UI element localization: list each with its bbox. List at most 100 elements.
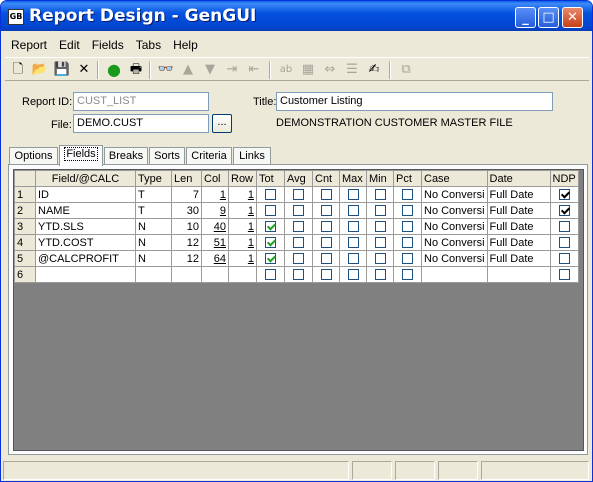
- avg-checkbox[interactable]: [293, 269, 304, 281]
- cell-pct[interactable]: [393, 202, 422, 219]
- tab-options[interactable]: Options: [9, 147, 58, 165]
- pct-checkbox[interactable]: [402, 253, 413, 265]
- max-checkbox[interactable]: [347, 237, 359, 249]
- cell-case[interactable]: No Conversi: [421, 234, 488, 251]
- tab-breaks[interactable]: Breaks: [104, 147, 148, 165]
- save-icon[interactable]: 💾: [53, 61, 71, 79]
- cell-type[interactable]: T: [135, 202, 172, 219]
- open-icon[interactable]: 📂: [31, 61, 49, 79]
- cell-avg[interactable]: [284, 186, 313, 203]
- menu-report[interactable]: Report: [5, 35, 53, 55]
- row-number[interactable]: 2: [14, 202, 36, 219]
- cnt-checkbox[interactable]: [320, 221, 332, 233]
- cell-type[interactable]: N: [135, 250, 172, 267]
- cell-avg[interactable]: [284, 202, 313, 219]
- file-field[interactable]: DEMO.CUST: [73, 114, 209, 133]
- avg-checkbox[interactable]: [293, 253, 304, 265]
- cell-row[interactable]: 1: [228, 218, 257, 235]
- cell-len[interactable]: 10: [171, 218, 202, 235]
- list-icon[interactable]: ☰: [343, 61, 361, 79]
- cell-date[interactable]: Full Date: [486, 218, 551, 235]
- column-header-row[interactable]: Row: [228, 170, 257, 187]
- cell-avg[interactable]: [284, 234, 313, 251]
- cell-case[interactable]: [421, 266, 488, 283]
- cell-col[interactable]: 64: [201, 250, 229, 267]
- cell-row[interactable]: 1: [228, 186, 257, 203]
- row-number[interactable]: 5: [14, 250, 36, 267]
- cell-ndp[interactable]: [549, 234, 579, 251]
- tot-checkbox[interactable]: [265, 189, 276, 201]
- cell-min[interactable]: [366, 218, 394, 235]
- cell-type[interactable]: N: [135, 218, 172, 235]
- cell-tot[interactable]: [256, 186, 285, 203]
- column-header-min[interactable]: Min: [366, 170, 394, 187]
- pct-checkbox[interactable]: [402, 221, 413, 233]
- cell-field[interactable]: @CALCPROFIT: [35, 250, 136, 267]
- column-header-date[interactable]: Date: [486, 170, 551, 187]
- avg-checkbox[interactable]: [293, 221, 304, 233]
- close-button[interactable]: ✕: [562, 7, 583, 28]
- cell-min[interactable]: [366, 186, 394, 203]
- ndp-checkbox[interactable]: [558, 189, 570, 201]
- pct-checkbox[interactable]: [402, 237, 413, 249]
- cell-min[interactable]: [366, 250, 394, 267]
- column-header-pct[interactable]: Pct: [393, 170, 422, 187]
- cell-cnt[interactable]: [312, 218, 340, 235]
- menu-help[interactable]: Help: [167, 35, 204, 55]
- max-checkbox[interactable]: [347, 253, 359, 265]
- table-row[interactable]: 5 @CALCPROFIT N 12 64 1 No Conversi Full Date: [14, 250, 579, 267]
- tot-checkbox[interactable]: [265, 269, 276, 281]
- cell-col[interactable]: 40: [201, 218, 229, 235]
- cell-field[interactable]: [35, 266, 136, 283]
- move-down-icon[interactable]: ▼: [201, 61, 219, 79]
- column-header-len[interactable]: Len: [171, 170, 202, 187]
- tot-checkbox[interactable]: [265, 253, 276, 265]
- menu-tabs[interactable]: Tabs: [130, 35, 167, 55]
- cell-row[interactable]: 1: [228, 202, 257, 219]
- cell-row[interactable]: 1: [228, 234, 257, 251]
- cell-tot[interactable]: [256, 202, 285, 219]
- ndp-checkbox[interactable]: [558, 269, 570, 281]
- cell-type[interactable]: [135, 266, 172, 283]
- cell-min[interactable]: [366, 202, 394, 219]
- menu-fields[interactable]: Fields: [86, 35, 130, 55]
- avg-checkbox[interactable]: [293, 205, 304, 217]
- cell-max[interactable]: [339, 218, 367, 235]
- find-icon[interactable]: 👓: [157, 61, 175, 79]
- cell-tot[interactable]: [256, 234, 285, 251]
- cnt-checkbox[interactable]: [320, 253, 332, 265]
- cnt-checkbox[interactable]: [320, 205, 332, 217]
- column-header-avg[interactable]: Avg: [284, 170, 313, 187]
- cell-row[interactable]: 1: [228, 250, 257, 267]
- cell-pct[interactable]: [393, 218, 422, 235]
- tab-fields[interactable]: Fields: [59, 145, 103, 166]
- cell-min[interactable]: [366, 266, 394, 283]
- ndp-checkbox[interactable]: [558, 205, 570, 217]
- row-number[interactable]: 1: [14, 186, 36, 203]
- column-header-field[interactable]: Field/@CALC: [35, 170, 136, 187]
- tab-criteria[interactable]: Criteria: [186, 147, 232, 165]
- cell-avg[interactable]: [284, 250, 313, 267]
- text-field-icon[interactable]: ab: [277, 61, 295, 79]
- cell-date[interactable]: Full Date: [486, 202, 551, 219]
- cell-field[interactable]: NAME: [35, 202, 136, 219]
- cell-date[interactable]: Full Date: [486, 250, 551, 267]
- move-up-icon[interactable]: ▲: [179, 61, 197, 79]
- avg-checkbox[interactable]: [293, 189, 304, 201]
- min-checkbox[interactable]: [374, 253, 386, 265]
- cell-col[interactable]: 1: [201, 186, 229, 203]
- delete-icon[interactable]: ✕: [75, 61, 93, 79]
- cell-date[interactable]: Full Date: [486, 234, 551, 251]
- cell-field[interactable]: YTD.COST: [35, 234, 136, 251]
- cell-max[interactable]: [339, 186, 367, 203]
- outdent-icon[interactable]: ⇤: [245, 61, 263, 79]
- column-header-tot[interactable]: Tot: [256, 170, 285, 187]
- tab-links[interactable]: Links: [233, 147, 271, 165]
- min-checkbox[interactable]: [374, 237, 386, 249]
- cell-tot[interactable]: [256, 218, 285, 235]
- calc-icon[interactable]: ▦: [299, 61, 317, 79]
- cnt-checkbox[interactable]: [320, 269, 332, 281]
- cell-date[interactable]: Full Date: [486, 186, 551, 203]
- cell-max[interactable]: [339, 266, 367, 283]
- title-field[interactable]: Customer Listing: [276, 92, 553, 111]
